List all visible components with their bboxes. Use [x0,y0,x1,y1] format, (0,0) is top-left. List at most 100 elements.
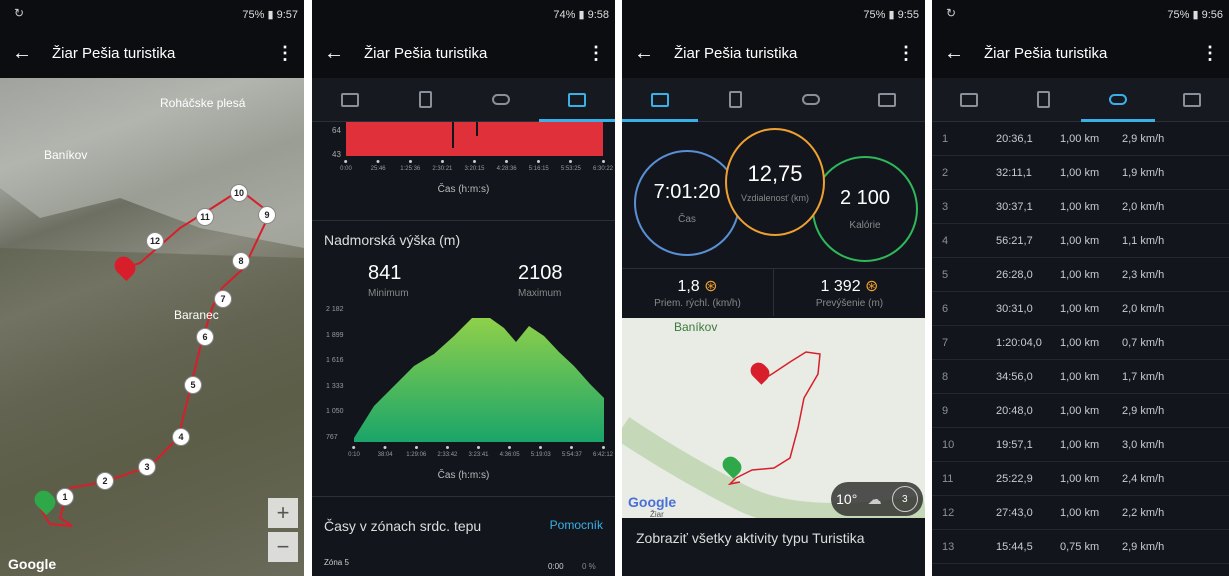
tab-charts[interactable] [1155,78,1229,121]
table-cell: 1,00 km [1060,506,1100,519]
x-axis-label: Čas (h:m:s) [437,184,490,195]
document-icon [1036,91,1050,108]
x-tick: 3:20:15 [464,160,485,172]
x-tick: 5:16:15 [529,160,549,172]
table-cell: 3 [942,200,949,213]
summary-icon [960,92,979,107]
distance-label: Vzdialenosť (km) [741,193,809,203]
lap-marker[interactable]: 11 [196,208,214,226]
weather-badge[interactable]: 10° ☁ 3 [831,482,923,516]
table-row[interactable]: 4 56:21,7 1,00 km 1,1 km/h [932,224,1229,258]
all-activities-link[interactable]: Zobraziť všetky aktivity typu Turistika [636,530,865,546]
tab-bar [622,78,925,122]
x-tick: 2:30:21 [432,160,452,172]
table-cell: 2,9 km/h [1122,540,1165,553]
summary-screen: 75% ▮ 9:55 ← Žiar Pešia turistika ⋮ 7:01:2… [622,0,925,576]
table-row[interactable]: 5 26:28,0 1,00 km 2,3 km/h [932,258,1229,292]
tab-charts[interactable] [849,78,925,121]
lap-marker[interactable]: 3 [138,458,156,476]
x-tick: 25:46 [371,160,386,172]
page-title: Žiar Pešia turistika [364,44,488,62]
tab-laps[interactable] [1080,78,1156,122]
back-button[interactable]: ← [944,42,984,65]
x-tick: 0:10 [348,446,360,458]
tab-summary[interactable] [932,78,1006,121]
table-cell: 13 [942,540,955,553]
overflow-menu-icon[interactable]: ⋮ [276,43,294,64]
status-bar: 75% ▮ 9:55 [622,0,925,28]
table-row[interactable]: 12 27:43,0 1,00 km 2,2 km/h [932,496,1229,530]
table-row[interactable]: 7 1:20:04,0 1,00 km 0,7 km/h [932,326,1229,360]
overflow-menu-icon[interactable]: ⋮ [587,43,605,64]
table-cell: 7 [942,336,949,349]
satellite-map[interactable]: Roháčske plesá Baníkov Baranec 10 9 11 1… [0,78,304,576]
zone-time: 0:00 [548,562,564,571]
lap-marker[interactable]: 10 [230,184,248,202]
table-row[interactable]: 8 34:56,0 1,00 km 1,7 km/h [932,360,1229,394]
tab-summary[interactable] [312,78,388,121]
lap-marker[interactable]: 4 [172,428,190,446]
toolbar: ← Žiar Pešia turistika ⋮ [932,28,1229,78]
tab-summary[interactable] [622,78,698,122]
tab-details[interactable] [388,78,464,121]
calories-label: Kalórie [849,220,881,231]
lap-marker[interactable]: 2 [96,472,114,490]
zoom-out-button[interactable]: − [268,532,298,562]
table-row[interactable]: 11 25:22,9 1,00 km 2,4 km/h [932,462,1229,496]
table-cell: 1,00 km [1060,268,1100,281]
table-cell: 2,9 km/h [1122,404,1165,417]
help-link[interactable]: Pomocník [550,518,603,532]
table-cell: 1,00 km [1060,438,1100,451]
lap-marker[interactable]: 6 [196,328,214,346]
tab-details[interactable] [698,78,774,121]
table-cell: 30:37,1 [996,200,1033,213]
heart-rate-chart: 64 43 0:00 25:46 1:25:36 2:30:21 3:20:15 4:28… [312,122,615,218]
x-tick: 5:19:03 [531,446,551,458]
document-icon [419,91,433,108]
table-row[interactable]: 10 19:57,1 1,00 km 3,0 km/h [932,428,1229,462]
table-row[interactable]: 6 30:31,0 1,00 km 2,0 km/h [932,292,1229,326]
tab-laps[interactable] [464,78,540,121]
table-cell: 8 [942,370,949,383]
hr-area [346,122,603,156]
lap-marker[interactable]: 9 [258,206,276,224]
route-map[interactable]: Baníkov Google Žiar 10° ☁ 3 [622,318,925,519]
back-button[interactable]: ← [12,42,52,65]
status-text: 74% ▮ 9:58 [553,8,609,21]
zoom-in-button[interactable]: + [268,498,298,528]
distance-value: 12,75 [747,161,803,186]
table-row[interactable]: 2 32:11,1 1,00 km 1,9 km/h [932,156,1229,190]
lap-marker[interactable]: 12 [146,232,164,250]
table-row[interactable]: 1 20:36,1 1,00 km 2,9 km/h [932,122,1229,156]
lap-marker[interactable]: 7 [214,290,232,308]
back-button[interactable]: ← [634,42,674,65]
tab-details[interactable] [1006,78,1080,121]
table-cell: 1,00 km [1060,166,1100,179]
lap-marker[interactable]: 1 [56,488,74,506]
table-row[interactable]: 13 15:44,5 0,75 km 2,9 km/h [932,530,1229,564]
table-cell: 2 [942,166,949,179]
table-cell: 15:44,5 [996,540,1033,553]
back-button[interactable]: ← [324,42,364,65]
lap-marker[interactable]: 5 [184,376,202,394]
table-cell: 0,7 km/h [1122,336,1165,349]
laps-icon [802,94,821,105]
table-cell: 34:56,0 [996,370,1033,383]
table-row[interactable]: 3 30:37,1 1,00 km 2,0 km/h [932,190,1229,224]
tab-charts[interactable] [539,78,615,122]
tab-laps[interactable] [774,78,850,121]
overflow-menu-icon[interactable]: ⋮ [897,43,915,64]
lap-marker[interactable]: 8 [232,252,250,270]
max-value: 2108 [518,262,563,284]
climb-label: Prevýšenie (m) [815,298,884,309]
hr-dip [476,122,478,136]
y-tick: 1 899 [326,331,344,339]
min-value: 841 [368,262,402,284]
table-cell: 1,00 km [1060,404,1100,417]
y-tick: 1 050 [326,408,344,416]
min-label: Minimum [368,288,409,299]
y-tick: 1 333 [326,382,344,390]
table-row[interactable]: 9 20:48,0 1,00 km 2,9 km/h [932,394,1229,428]
overflow-menu-icon[interactable]: ⋮ [1201,43,1219,64]
table-cell: 20:48,0 [996,404,1033,417]
